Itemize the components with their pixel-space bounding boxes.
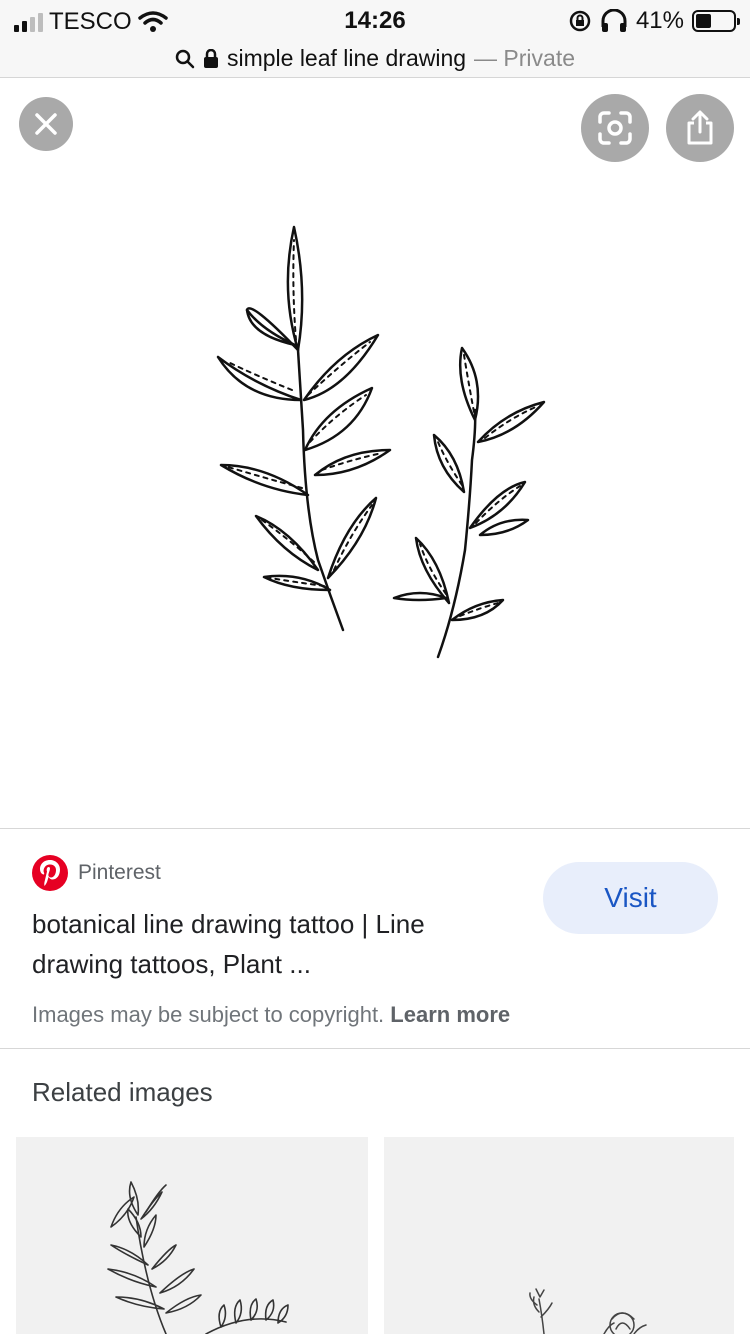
share-button[interactable]	[666, 94, 734, 162]
related-images-heading: Related images	[32, 1077, 213, 1107]
copyright-notice: Images may be subject to copyright. Lear…	[32, 1002, 510, 1028]
pinterest-logo-icon	[32, 855, 68, 891]
source-name: Pinterest	[78, 861, 161, 884]
status-bar: TESCO 14:26 41%	[0, 0, 750, 40]
status-right: 41%	[568, 7, 740, 35]
result-title[interactable]: botanical line drawing tattoo | Line dra…	[32, 904, 502, 984]
lens-button[interactable]	[581, 94, 649, 162]
lens-icon	[598, 111, 632, 145]
thumbnail-flower-drawing	[529, 1288, 647, 1334]
related-image-thumbnail[interactable]	[16, 1137, 368, 1334]
related-image-thumbnail[interactable]	[384, 1137, 734, 1334]
copyright-text: Images may be subject to copyright.	[32, 1002, 385, 1027]
orientation-lock-icon	[569, 10, 591, 32]
url-bar[interactable]: simple leaf line drawing — Private	[0, 40, 750, 78]
close-button[interactable]	[19, 97, 73, 151]
url-query: simple leaf line drawing	[226, 45, 467, 71]
divider-bottom	[0, 1048, 750, 1049]
private-label: — Private	[474, 45, 576, 71]
battery-icon	[692, 10, 740, 32]
lock-icon	[203, 48, 218, 68]
source-row[interactable]: Pinterest	[32, 855, 161, 891]
thumbnail-fern-drawing	[107, 1181, 289, 1334]
search-icon	[175, 49, 195, 68]
divider-top	[0, 828, 750, 829]
share-icon	[687, 110, 713, 145]
main-image-leaf-drawing[interactable]	[0, 180, 750, 680]
battery-percent: 41%	[635, 7, 684, 34]
learn-more-link[interactable]: Learn more	[390, 1002, 510, 1027]
visit-button[interactable]: Visit	[543, 862, 718, 934]
headphones-icon	[601, 9, 627, 32]
close-icon	[35, 113, 57, 135]
